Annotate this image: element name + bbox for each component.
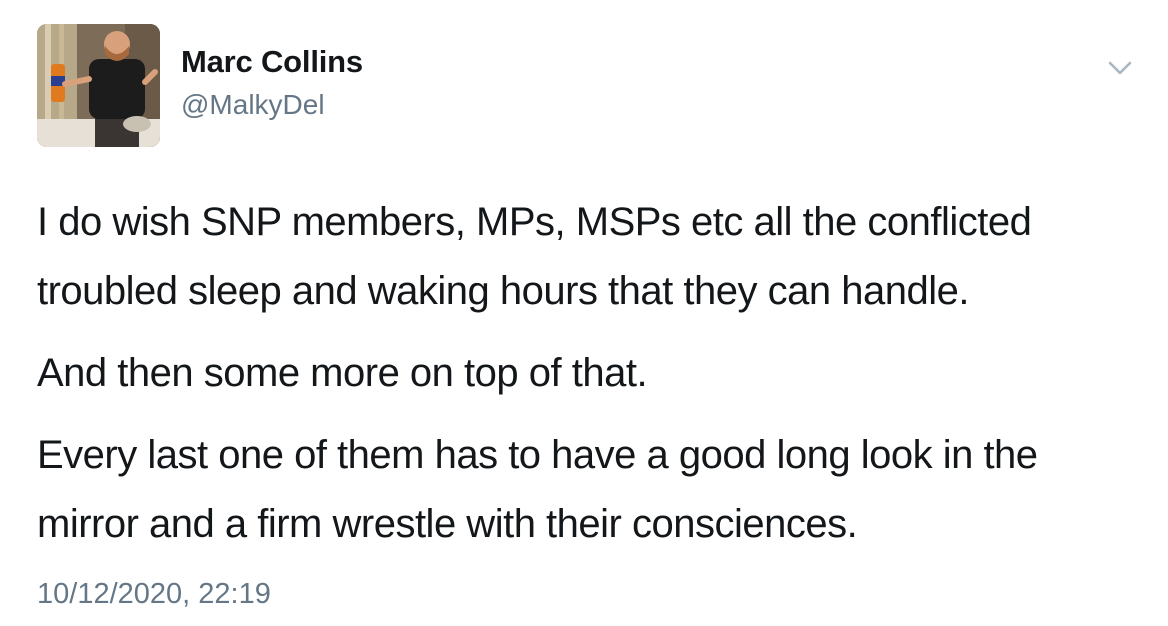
author-display-name[interactable]: Marc Collins <box>181 44 363 80</box>
avatar[interactable] <box>37 24 160 147</box>
tweet-paragraph: I do wish SNP members, MPs, MSPs etc all… <box>37 200 1032 313</box>
tweet-card: Marc Collins @MalkyDel I do wish SNP mem… <box>0 0 1168 626</box>
avatar-photo <box>37 24 160 147</box>
chevron-down-icon[interactable] <box>1106 54 1134 82</box>
author-handle[interactable]: @MalkyDel <box>181 89 325 121</box>
tweet-paragraph: Every last one of them has to have a goo… <box>37 433 1038 546</box>
tweet-timestamp[interactable]: 10/12/2020, 22:19 <box>37 578 271 611</box>
tweet-paragraph: And then some more on top of that. <box>37 351 648 395</box>
tweet-text: I do wish SNP members, MPs, MSPs etc all… <box>37 188 1147 572</box>
